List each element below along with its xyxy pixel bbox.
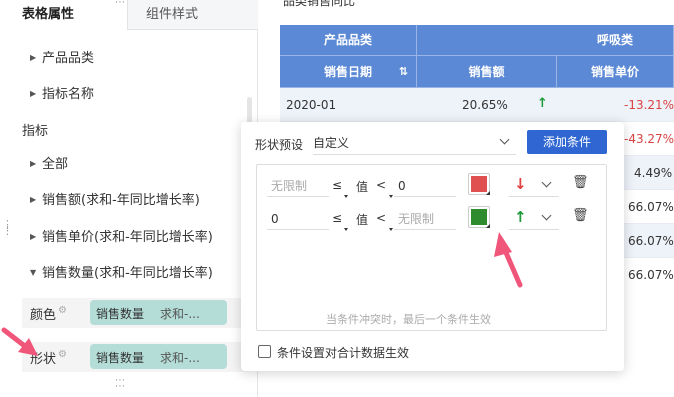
condition-max-input[interactable]: 0 — [394, 175, 456, 197]
pill-field-name: 销售数量 — [96, 307, 145, 321]
tree-item-label: 销售额(求和-年同比增长率) — [42, 193, 200, 208]
header-product-category[interactable]: 产品品类 — [280, 25, 417, 56]
arrow-up-icon: ↑ — [537, 96, 548, 111]
cell-price: 66.07% — [628, 200, 674, 214]
cell-date: 2020-01 — [286, 98, 337, 112]
condition-min-input[interactable]: 0 — [267, 208, 329, 230]
chevron-down-icon — [499, 134, 510, 145]
header-label: 销售日期 — [323, 65, 372, 79]
conditions-box: 无限制 ≤ 值 < 0 ↓ 🗑 0 ≤ 值 < 无限制 ↑ 🗑 — [256, 164, 607, 331]
header-sales-date[interactable]: 销售日期 ⇅ — [280, 56, 417, 88]
tree-item-label: 产品品类 — [42, 51, 95, 66]
caret-right-icon: ▶ — [30, 232, 37, 241]
properties-panel: 表格属性 组件样式 ⋯ ▶ 产品品类 ▶ 指标名称 指标 ▶ 全部 ▶ 销售额(求和-年… — [0, 0, 258, 397]
chevron-down-icon — [541, 210, 552, 221]
shape-select-down-arrow[interactable]: ↓ — [509, 175, 559, 197]
tree-item-sales-yoy[interactable]: ▶ 销售额(求和-年同比增长率) — [30, 189, 200, 208]
arrow-up-icon: ↑ — [514, 208, 527, 226]
operator-lt[interactable]: < — [376, 211, 386, 225]
tree-item-quantity-yoy[interactable]: ▼ 销售数量(求和-年同比增长率) — [30, 262, 213, 281]
tab-table-properties[interactable]: 表格属性 — [0, 0, 128, 30]
tree-item-price-yoy[interactable]: ▶ 销售单价(求和-年同比增长率) — [30, 226, 213, 245]
caret-down-icon: ▼ — [30, 268, 37, 277]
apply-to-totals-label[interactable]: 条件设置对合计数据生效 — [277, 344, 409, 361]
header-sales-amount[interactable]: 销售额 — [417, 56, 557, 88]
tree-item-label: 销售单价(求和-年同比增长率) — [42, 230, 213, 245]
trash-icon[interactable]: 🗑 — [572, 208, 589, 223]
panel-tabs: 表格属性 组件样式 — [0, 0, 258, 30]
tree-item-metric-name[interactable]: ▶ 指标名称 — [30, 83, 94, 102]
value-label: 值 — [356, 180, 369, 194]
drag-handle-top-icon[interactable]: ⋯ — [115, 0, 126, 8]
field-row-shape: 形状 ⚙ 销售数量 求和-... — [22, 342, 250, 372]
field-label-color: 颜色 — [30, 308, 57, 323]
settings-gear-icon[interactable]: ⚙ — [58, 305, 67, 316]
pill-aggregation: 求和-... — [160, 351, 200, 365]
caret-down-icon — [344, 195, 348, 198]
cell-price: -43.27% — [624, 132, 674, 146]
pill-aggregation: 求和-... — [160, 307, 200, 321]
chevron-down-icon — [541, 177, 552, 188]
caret-right-icon: ▶ — [30, 195, 37, 204]
color-swatch-red[interactable] — [468, 173, 490, 195]
drag-handle-bottom-icon[interactable]: ⋯ ⋯ — [115, 376, 126, 392]
swatch-corner-icon — [486, 224, 490, 228]
caret-down-icon — [344, 228, 348, 231]
table-row: 2020-01 20.65% ↑ -13.21% — [280, 88, 674, 122]
trash-icon[interactable]: 🗑 — [572, 175, 589, 190]
pill-field-name: 销售数量 — [96, 351, 145, 365]
header-group-respiratory[interactable]: 呼吸类 — [417, 25, 674, 56]
caret-right-icon: ▶ — [30, 89, 37, 98]
condition-max-input[interactable]: 无限制 — [394, 208, 456, 230]
settings-gear-icon[interactable]: ⚙ — [58, 349, 67, 360]
tree-item-label: 指标名称 — [42, 87, 95, 102]
shape-preset-value: 自定义 — [313, 136, 350, 150]
tree-item-product-category[interactable]: ▶ 产品品类 — [30, 47, 94, 66]
arrow-down-icon: ↓ — [514, 175, 527, 193]
add-condition-button[interactable]: 添加条件 — [527, 130, 607, 154]
field-row-color: 颜色 ⚙ 销售数量 求和-... — [22, 298, 250, 328]
tree-item-label: 销售数量(求和-年同比增长率) — [42, 266, 213, 281]
operator-lte[interactable]: ≤ — [332, 211, 342, 225]
value-label: 值 — [356, 213, 369, 227]
color-swatch-green[interactable] — [468, 206, 490, 228]
field-label-shape: 形状 — [30, 352, 57, 367]
drag-handle-left-icon[interactable]: ⋮ ⋮ — [2, 219, 14, 236]
operator-lte[interactable]: ≤ — [332, 178, 342, 192]
section-label-indicators: 指标 — [22, 124, 49, 139]
tree-item-all[interactable]: ▶ 全部 — [30, 153, 68, 172]
swatch-fill — [471, 176, 487, 192]
cell-price: 4.49% — [634, 166, 673, 180]
shape-preset-select[interactable]: 自定义 — [313, 131, 516, 155]
swatch-corner-icon — [486, 191, 490, 195]
sort-icon[interactable]: ⇅ — [399, 56, 408, 88]
shape-preset-popup: 形状预设 自定义 添加条件 无限制 ≤ 值 < 0 ↓ 🗑 0 ≤ 值 < 无限… — [241, 122, 624, 371]
cell-sales: 20.65% — [462, 98, 508, 112]
cell-price: -13.21% — [624, 98, 674, 112]
caret-down-icon — [389, 195, 393, 198]
shape-field-pill[interactable]: 销售数量 求和-... — [90, 344, 227, 369]
tab-component-style[interactable]: 组件样式 — [128, 0, 258, 30]
shape-preset-label: 形状预设 — [255, 138, 304, 152]
table-title: 品类销售同比 — [283, 0, 356, 8]
shape-select-up-arrow[interactable]: ↑ — [509, 208, 559, 230]
apply-to-totals-checkbox[interactable] — [258, 345, 271, 358]
condition-min-input[interactable]: 无限制 — [267, 175, 329, 197]
tree-item-label: 全部 — [42, 157, 69, 172]
conflict-hint: 当条件冲突时，最后一个条件生效 — [326, 313, 491, 326]
swatch-fill — [471, 209, 487, 225]
cell-price: 66.07% — [628, 268, 674, 282]
header-unit-price[interactable]: 销售单价 — [557, 56, 674, 88]
operator-lt[interactable]: < — [376, 178, 386, 192]
cell-price: 66.07% — [628, 234, 674, 248]
caret-right-icon: ▶ — [30, 159, 37, 168]
caret-right-icon: ▶ — [30, 53, 37, 62]
color-field-pill[interactable]: 销售数量 求和-... — [90, 300, 227, 325]
caret-down-icon — [389, 228, 393, 231]
